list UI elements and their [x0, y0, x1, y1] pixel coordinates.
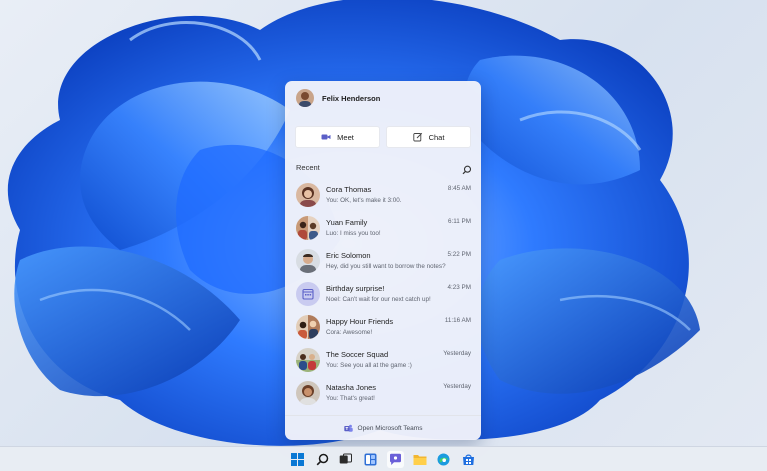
- conversation-item[interactable]: Yuan Family Luo: I miss you too! 6:11 PM: [285, 212, 481, 245]
- group-avatar: [296, 216, 320, 240]
- open-teams-link[interactable]: Open Microsoft Teams: [285, 415, 481, 440]
- windows-start-icon[interactable]: [289, 451, 306, 468]
- action-buttons: Meet Chat: [295, 126, 471, 148]
- contact-avatar: [296, 249, 320, 273]
- task-view-icon[interactable]: [337, 451, 354, 468]
- conversation-name: Natasha Jones: [326, 383, 377, 392]
- conversation-preview: Hey, did you still want to borrow the no…: [326, 263, 446, 270]
- conversation-item[interactable]: Birthday surprise! Noel: Can't wait for …: [285, 278, 481, 311]
- chat-icon[interactable]: [387, 451, 404, 468]
- search-icon[interactable]: [314, 451, 331, 468]
- file-explorer-icon[interactable]: [411, 451, 428, 468]
- microsoft-store-icon[interactable]: [460, 451, 477, 468]
- chat-button[interactable]: Chat: [386, 126, 471, 148]
- conversation-preview: You: That's great!: [326, 395, 375, 402]
- conversation-preview: You: See you all at the game :): [326, 362, 412, 369]
- conversation-time: Yesterday: [443, 383, 471, 390]
- conversation-preview: Luo: I miss you too!: [326, 230, 381, 237]
- conversation-time: 4:23 PM: [447, 284, 471, 291]
- contact-avatar: [296, 381, 320, 405]
- conversation-name: Yuan Family: [326, 218, 368, 227]
- conversation-time: 8:45 AM: [447, 185, 471, 192]
- conversation-time: 6:11 PM: [448, 218, 471, 225]
- recent-section-header: Recent: [296, 161, 472, 175]
- widgets-icon[interactable]: [362, 451, 379, 468]
- search-icon[interactable]: [462, 162, 472, 175]
- chat-label: Chat: [428, 132, 445, 142]
- conversation-item[interactable]: Eric Solomon Hey, did you still want to …: [285, 245, 481, 278]
- group-avatar: [296, 315, 320, 339]
- profile-header: Felix Henderson: [296, 89, 380, 107]
- conversation-list: Cora Thomas You: OK, let's make it 3:00.…: [285, 179, 481, 410]
- conversation-name: Happy Hour Friends: [326, 317, 394, 326]
- conversation-name: Birthday surprise!: [326, 284, 385, 293]
- chat-flyout-panel: Felix Henderson Meet Chat Recent Cora Th…: [285, 81, 481, 440]
- compose-icon: [412, 132, 423, 142]
- conversation-name: Cora Thomas: [326, 185, 372, 194]
- conversation-preview: Cora: Awesome!: [326, 329, 373, 336]
- conversation-item[interactable]: Cora Thomas You: OK, let's make it 3:00.…: [285, 179, 481, 212]
- conversation-name: The Soccer Squad: [326, 350, 389, 359]
- user-avatar[interactable]: [296, 89, 314, 107]
- contact-avatar: [296, 183, 320, 207]
- user-name: Felix Henderson: [322, 93, 381, 103]
- conversation-time: 5:22 PM: [447, 251, 471, 258]
- group-avatar: [296, 348, 320, 372]
- taskbar: [0, 446, 767, 471]
- teams-icon: [343, 424, 353, 433]
- open-teams-label: Open Microsoft Teams: [357, 424, 423, 432]
- edge-browser-icon[interactable]: [435, 451, 452, 468]
- conversation-name: Eric Solomon: [326, 251, 371, 260]
- conversation-item[interactable]: The Soccer Squad You: See you all at the…: [285, 344, 481, 377]
- video-camera-icon: [321, 132, 331, 142]
- recent-title: Recent: [296, 163, 320, 172]
- calendar-group-avatar: [296, 282, 320, 306]
- conversation-time: Yesterday: [443, 350, 471, 357]
- conversation-preview: Noel: Can't wait for our next catch up!: [326, 296, 431, 303]
- conversation-time: 11:16 AM: [444, 317, 471, 324]
- conversation-item[interactable]: Happy Hour Friends Cora: Awesome! 11:16 …: [285, 311, 481, 344]
- conversation-preview: You: OK, let's make it 3:00.: [326, 197, 402, 204]
- meet-label: Meet: [337, 132, 354, 142]
- conversation-item[interactable]: Natasha Jones You: That's great! Yesterd…: [285, 377, 481, 410]
- meet-button[interactable]: Meet: [295, 126, 380, 148]
